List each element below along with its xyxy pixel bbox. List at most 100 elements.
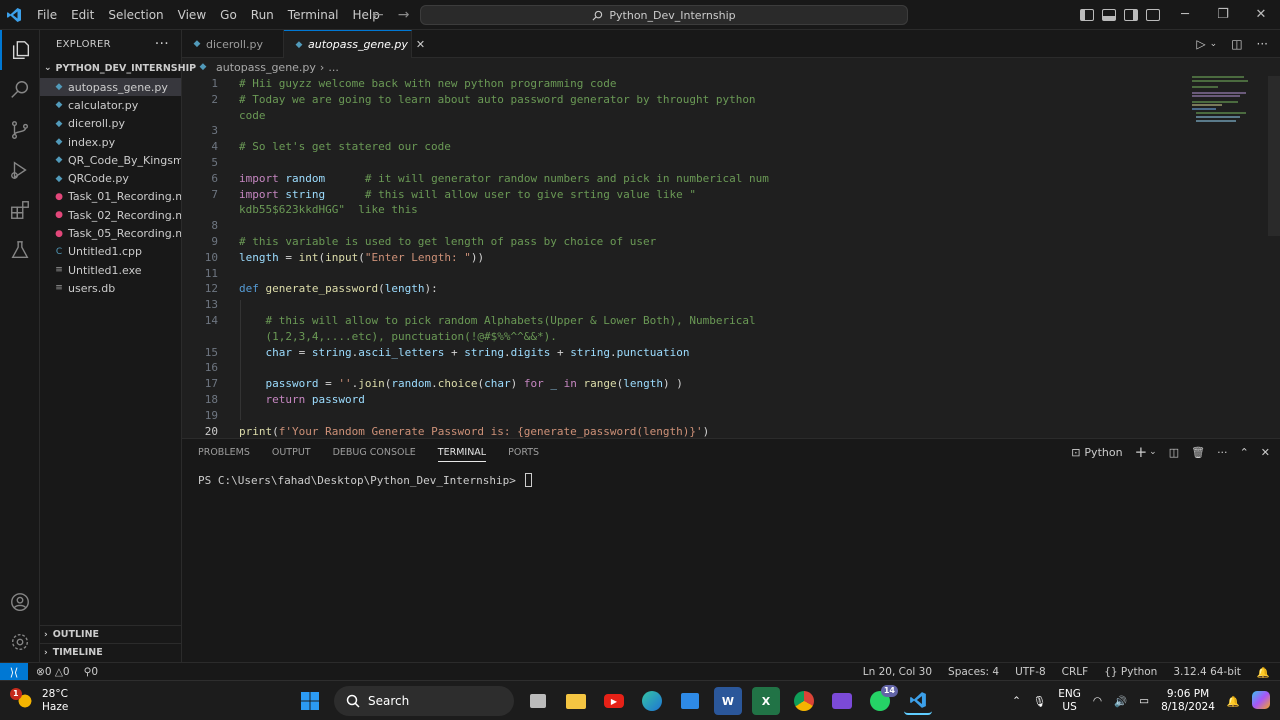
search-activity-icon[interactable]: [0, 70, 40, 110]
tab-autopass-gene[interactable]: ◆ autopass_gene.py ✕: [284, 30, 425, 58]
code-editor[interactable]: 1 # Hii guyzz welcome back with new pytho…: [182, 76, 1280, 438]
line-endings[interactable]: CRLF: [1062, 666, 1089, 678]
more-actions-icon[interactable]: ···: [1217, 446, 1228, 459]
outline-section[interactable]: › OUTLINE: [40, 625, 182, 643]
panel-tab-output[interactable]: OUTPUT: [272, 447, 311, 458]
accounts-icon[interactable]: [0, 582, 40, 622]
panel-tab-terminal[interactable]: TERMINAL: [437, 447, 487, 462]
breadcrumb-file[interactable]: autopass_gene.py: [216, 61, 316, 74]
manage-gear-icon[interactable]: [0, 622, 40, 662]
clock[interactable]: 9:06 PM 8/18/2024: [1161, 688, 1215, 714]
explorer-icon[interactable]: [0, 30, 40, 70]
notifications-bell-icon[interactable]: 🔔: [1257, 666, 1270, 679]
panel-tab-problems[interactable]: PROBLEMS: [198, 447, 250, 458]
minimap[interactable]: [1192, 76, 1252, 126]
indentation[interactable]: Spaces: 4: [948, 666, 999, 678]
extensions-icon[interactable]: [0, 190, 40, 230]
file-item[interactable]: ≡ users.db: [40, 279, 181, 297]
panel-tab-debug-console[interactable]: DEBUG CONSOLE: [333, 447, 416, 458]
file-item[interactable]: C Untitled1.cpp: [40, 243, 181, 261]
ports-indicator[interactable]: ⚲0: [84, 666, 98, 678]
tab-diceroll[interactable]: ◆ diceroll.py: [182, 30, 284, 58]
split-editor-icon[interactable]: ◫: [1231, 37, 1242, 51]
encoding[interactable]: UTF-8: [1015, 666, 1046, 678]
file-item[interactable]: ◆ diceroll.py: [40, 115, 181, 133]
editor-scrollbar[interactable]: [1268, 76, 1280, 236]
language-mode[interactable]: {} Python: [1104, 666, 1157, 678]
run-debug-icon[interactable]: [0, 150, 40, 190]
terminal-dropdown-icon[interactable]: ⌄: [1149, 447, 1157, 457]
vscode-taskbar-icon[interactable]: [904, 687, 932, 715]
vscode-logo-icon[interactable]: [0, 0, 28, 30]
menu-edit[interactable]: Edit: [64, 0, 101, 30]
testing-flask-icon[interactable]: [0, 230, 40, 270]
microphone-icon[interactable]: 🎙: [1033, 695, 1046, 708]
windows-start-icon[interactable]: [296, 687, 324, 715]
notification-bell-icon[interactable]: 🔔: [1227, 695, 1240, 708]
breadcrumb-symbol[interactable]: ...: [328, 61, 339, 74]
new-terminal-icon[interactable]: +: [1135, 443, 1148, 461]
file-item[interactable]: ◆ index.py: [40, 133, 181, 151]
taskbar-search[interactable]: Search: [334, 686, 514, 716]
minimize-icon[interactable]: ─: [1166, 0, 1204, 30]
back-arrow-icon[interactable]: ←: [372, 7, 384, 23]
file-item[interactable]: ◆ autopass_gene.py: [40, 78, 181, 97]
toggle-panel-icon[interactable]: [1102, 9, 1116, 21]
excel-icon[interactable]: X: [752, 687, 780, 715]
terminal-shell-label[interactable]: Python: [1084, 446, 1122, 459]
menu-terminal[interactable]: Terminal: [281, 0, 346, 30]
file-item[interactable]: ◆ calculator.py: [40, 96, 181, 114]
weather-widget[interactable]: 1 28°C Haze: [10, 681, 68, 720]
forward-arrow-icon[interactable]: →: [398, 7, 410, 23]
timeline-section[interactable]: › TIMELINE: [40, 643, 182, 661]
more-actions-icon[interactable]: ···: [155, 36, 169, 52]
menu-go[interactable]: Go: [213, 0, 244, 30]
source-control-icon[interactable]: [0, 110, 40, 150]
remote-indicator-icon[interactable]: ⟩⟨: [0, 663, 28, 681]
toggle-primary-sidebar-icon[interactable]: [1080, 9, 1094, 21]
cursor-position[interactable]: Ln 20, Col 30: [863, 666, 932, 678]
maximize-panel-icon[interactable]: ⌃: [1240, 446, 1249, 459]
close-window-icon[interactable]: ✕: [1242, 0, 1280, 30]
more-actions-icon[interactable]: ···: [1257, 37, 1268, 51]
whatsapp-icon[interactable]: 14: [866, 685, 898, 715]
file-item[interactable]: ◆ QR_Code_By_Kingsm...: [40, 151, 181, 169]
word-icon[interactable]: W: [714, 687, 742, 715]
file-item[interactable]: ◆ QRCode.py: [40, 169, 181, 187]
copilot-icon[interactable]: [1252, 690, 1270, 712]
battery-icon[interactable]: ▭: [1139, 695, 1149, 707]
close-panel-icon[interactable]: ✕: [1261, 446, 1270, 459]
youtube-icon[interactable]: ▶: [600, 687, 628, 715]
clipchamp-icon[interactable]: [828, 687, 856, 715]
chrome-browser-icon[interactable]: [790, 687, 818, 715]
wifi-icon[interactable]: ◠: [1093, 695, 1102, 707]
edge-browser-icon[interactable]: [638, 687, 666, 715]
menu-view[interactable]: View: [171, 0, 213, 30]
menu-run[interactable]: Run: [244, 0, 281, 30]
maximize-icon[interactable]: ❐: [1204, 0, 1242, 30]
microsoft-store-icon[interactable]: [676, 687, 704, 715]
file-explorer-icon[interactable]: [562, 687, 590, 715]
command-center-search[interactable]: Python_Dev_Internship: [420, 5, 908, 25]
menu-file[interactable]: File: [30, 0, 64, 30]
toggle-secondary-sidebar-icon[interactable]: [1124, 9, 1138, 21]
chevron-up-icon[interactable]: ⌃: [1012, 695, 1021, 707]
problems-indicator[interactable]: ⊗0 △0: [36, 666, 70, 678]
workspace-folder[interactable]: ⌄ PYTHON_DEV_INTERNSHIP: [40, 58, 196, 78]
panel-tab-ports[interactable]: PORTS: [508, 447, 539, 458]
run-dropdown-icon[interactable]: ⌄: [1210, 39, 1218, 49]
file-item[interactable]: ● Task_01_Recording.m...: [40, 188, 181, 206]
task-view-icon[interactable]: [524, 687, 552, 715]
volume-icon[interactable]: 🔊: [1114, 695, 1127, 708]
trash-icon[interactable]: 🗑: [1191, 446, 1205, 459]
file-item[interactable]: ≡ Untitled1.exe: [40, 261, 181, 279]
split-terminal-icon[interactable]: ◫: [1169, 446, 1179, 459]
file-item[interactable]: ● Task_02_Recording.m...: [40, 206, 181, 224]
terminal-prompt-line[interactable]: PS C:\Users\fahad\Desktop\Python_Dev_Int…: [198, 473, 532, 487]
input-language[interactable]: ENG US: [1058, 688, 1081, 714]
file-item[interactable]: ● Task_05_Recording.m...: [40, 224, 181, 242]
close-tab-icon[interactable]: ✕: [416, 38, 425, 51]
run-python-file-icon[interactable]: ▷: [1196, 37, 1205, 51]
menu-selection[interactable]: Selection: [101, 0, 170, 30]
customize-layout-icon[interactable]: [1146, 9, 1160, 21]
